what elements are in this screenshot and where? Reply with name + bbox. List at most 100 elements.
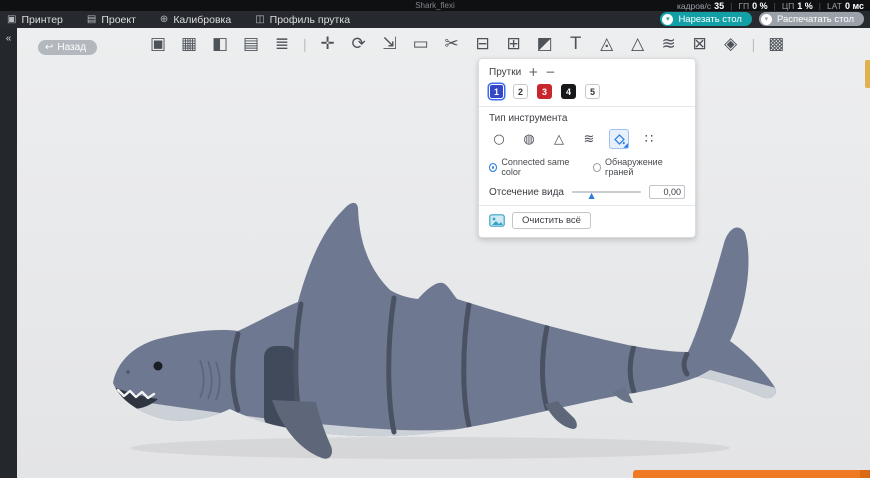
object-list-icon[interactable]: ≣ [271,32,293,56]
filament-swatch-1[interactable]: 1 [489,84,504,99]
menu-project[interactable]: ▤ Проект [87,14,136,26]
filament-swatches: 12345 [489,84,685,99]
chevron-down-icon[interactable]: ▾ [662,14,673,25]
sphere-brush-icon[interactable]: ◍ [519,129,539,149]
panel-divider [479,205,695,206]
toolbar-divider: | [303,36,307,52]
stat-value: 0 % [752,1,768,11]
stat-item: ГП0 % [738,1,767,11]
clear-all-button[interactable]: Очистить всё [512,212,591,229]
variable-layer-icon[interactable]: ≋ [658,32,680,56]
slider-handle[interactable]: ▲ [589,192,595,200]
remove-filament-button[interactable]: − [545,66,555,78]
mesh-boolean-icon[interactable]: ⊠ [689,32,711,56]
menu-row: ▣Принтер ▤ Проект ⊕Калибровка ◫ Профиль прутк… [0,11,870,28]
menu-filament-profile[interactable]: ◫ Профиль прутка [255,14,350,26]
toolbar-divider: | [752,36,756,52]
arrange-icon[interactable]: ▦ [178,32,200,56]
filament-swatch-3[interactable]: 3 [537,84,552,99]
viewport-3d[interactable]: ↩ Назад ▣ ▦ ◧ ▤ ≣ | ✛ ⟳ ⇲ ▭ ✂ ⊟ ⊞ ◩ T ◬ △ ≋ ⊠ ◈ | ▩ Прутки + … [17,28,870,478]
stats-divider: | [774,1,776,11]
chevron-down-icon[interactable]: ▾ [761,14,772,25]
circle-brush-icon[interactable]: ○ [489,129,509,149]
import-icon[interactable]: ▣ [147,32,169,56]
stat-label: ГП [738,1,749,11]
panel-divider [479,106,695,107]
auto-orient-icon[interactable]: ◧ [209,32,231,56]
fill-bucket-icon[interactable]: ◢ [609,129,629,149]
assembly-view-icon[interactable]: ▩ [765,32,787,56]
stat-item: ЦП1 % [782,1,813,11]
scale-icon[interactable]: ⇲ [379,32,401,56]
color-paint-icon[interactable]: ◩ [534,32,556,56]
move-icon[interactable]: ✛ [317,32,339,56]
cut-icon[interactable]: ✂ [441,32,463,56]
stats-divider: | [819,1,821,11]
text-icon[interactable]: T [565,32,587,56]
left-collapse-strip[interactable]: « [0,28,17,478]
window-title: Shark_flexi [415,1,455,10]
stat-value: 0 мс [845,1,864,11]
slice-plate-label: Нарезать стол [678,14,742,25]
stat-value: 1 % [797,1,813,11]
menu-filament-profile-icon: ◫ [255,14,264,25]
texture-image-icon[interactable] [489,214,505,227]
menu-printer-icon: ▣ [7,14,16,25]
menu-label: Проект [101,14,136,26]
clipping-slider[interactable]: ▲ [572,191,641,193]
stat-value: 35 [714,1,724,11]
menu-calibration[interactable]: ⊕Калибровка [160,14,231,26]
clipping-label: Отсечение вида [489,187,564,198]
performance-stats: кадров/с35 | ГП0 % | ЦП1 % | LAT0 мс [677,1,864,11]
menu-label: Профиль прутка [270,14,350,26]
clipping-row: Отсечение вида ▲ [489,185,685,199]
split-objects-icon[interactable]: ⊟ [472,32,494,56]
stat-label: ЦП [782,1,794,11]
add-filament-button[interactable]: + [528,66,538,78]
notification-endcap [860,470,870,478]
radio-connected-same-color[interactable]: Connected same color [489,157,583,177]
notification-bar[interactable] [633,470,870,478]
filament-swatch-2[interactable]: 2 [513,84,528,99]
back-button[interactable]: ↩ Назад [38,40,97,55]
rotate-icon[interactable]: ⟳ [348,32,370,56]
back-arrow-icon: ↩ [45,42,53,53]
back-label: Назад [57,42,86,53]
paint-panel: Прутки + − 12345 Тип инструмента ○◍△≋◢∷ … [478,58,696,238]
collapse-panel-icon[interactable]: « [6,33,12,44]
radio-edge-detection[interactable]: Обнаружение граней [593,157,685,177]
filament-swatch-4[interactable]: 4 [561,84,576,99]
shark-model[interactable] [17,28,870,478]
title-row: Shark_flexi кадров/с35 | ГП0 % | ЦП1 % | LAT0 … [0,0,870,11]
filament-swatch-5[interactable]: 5 [585,84,600,99]
lay-flat-icon[interactable]: ▭ [410,32,432,56]
menu-project-icon: ▤ [87,14,96,25]
filaments-label: Прутки [489,67,521,78]
tool-type-label: Тип инструмента [489,113,685,124]
main-menu: ▣Принтер ▤ Проект ⊕Калибровка ◫ Профиль прутк… [7,14,374,26]
measure-icon[interactable]: ◈ [720,32,742,56]
radio-label: Обнаружение граней [605,157,685,177]
radio-dot [593,163,601,172]
filaments-header: Прутки + − [489,66,685,78]
side-panel-tab[interactable] [865,60,870,88]
print-plate-button[interactable]: ▾ Распечатать стол [759,12,864,26]
print-plate-label: Распечатать стол [777,14,854,25]
menu-printer[interactable]: ▣Принтер [7,14,63,26]
slice-plate-button[interactable]: ▾ Нарезать стол [660,12,752,26]
menu-label: Калибровка [173,14,231,26]
clear-row: Очистить всё [489,212,685,229]
triangle-brush-icon[interactable]: △ [549,129,569,149]
support-paint-icon[interactable]: △ [627,32,649,56]
stat-item: LAT0 мс [827,1,864,11]
smart-fill-icon[interactable]: ∷ [639,129,659,149]
clipping-value-input[interactable] [649,185,685,199]
split-parts-icon[interactable]: ⊞ [503,32,525,56]
plate-settings-icon[interactable]: ▤ [240,32,262,56]
seam-paint-icon[interactable]: ◬ [596,32,618,56]
stat-item: кадров/с35 [677,1,724,11]
titlebar: Shark_flexi кадров/с35 | ГП0 % | ЦП1 % | LAT0 … [0,0,870,28]
stat-label: кадров/с [677,1,711,11]
height-range-icon[interactable]: ≋ [579,129,599,149]
stats-divider: | [730,1,732,11]
